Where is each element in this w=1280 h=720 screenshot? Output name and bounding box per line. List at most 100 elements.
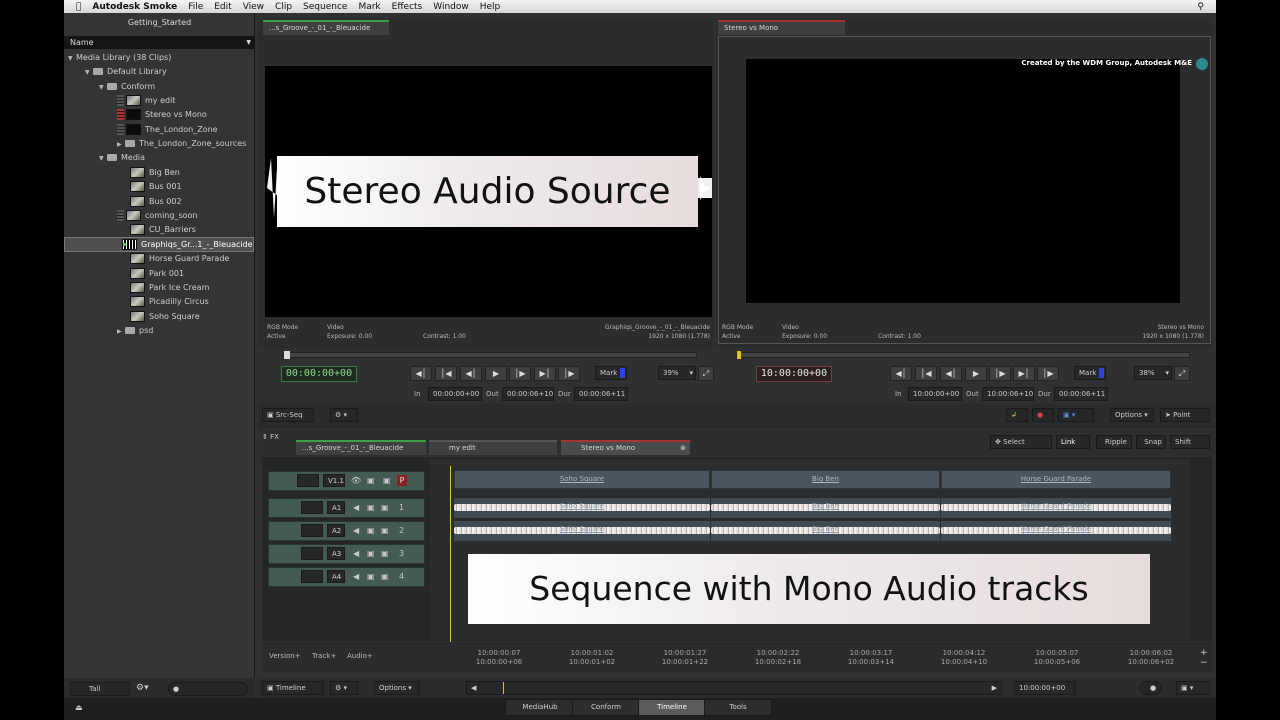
tree-item-park-001[interactable]: Park 001 [130, 267, 184, 280]
zoom-in-icon[interactable]: + [1200, 648, 1208, 658]
library-search-input[interactable]: ● [168, 682, 248, 696]
options-dropdown[interactable]: Options ▾ [1110, 408, 1154, 422]
track-header-a3[interactable]: A3 ◀ ▣ ▣ 3 [268, 544, 425, 564]
sync-icon[interactable]: ▣ [381, 572, 389, 581]
tree-item-graphiqs-selected[interactable]: ▶ Graphiqs_Gr...1_-_Bleuacide [64, 237, 254, 252]
disclosure-right-icon[interactable]: ▶ [117, 325, 125, 338]
tree-item-picadilly[interactable]: Picadilly Circus [130, 295, 209, 308]
track-header-v1[interactable]: V1.1 👁 ▣ ▣ P [268, 471, 425, 491]
record-zoom-select[interactable]: 38% ▾ [1134, 366, 1172, 380]
tree-folder-conform[interactable]: ▼ Conform [99, 80, 155, 93]
next-mark-icon[interactable]: ▶│ [1013, 366, 1035, 381]
select-tool[interactable]: ✥ Select [990, 435, 1052, 449]
record-timecode[interactable]: 10:00:00+00 [756, 366, 832, 382]
view-mode-select[interactable]: Tall [70, 682, 130, 696]
record-in-field[interactable]: 10:00:00+00 [908, 387, 962, 401]
disclosure-right-icon[interactable]: ▶ [117, 138, 125, 151]
timeline-tab-source[interactable]: ...s_Groove_-_01_-_Bleuacide [296, 440, 426, 455]
menu-mark[interactable]: Mark [358, 2, 380, 12]
lock-icon[interactable]: ▣ [367, 549, 375, 558]
menu-file[interactable]: File [188, 2, 203, 12]
play-icon[interactable]: ▶ [485, 366, 507, 381]
chevron-down-icon[interactable]: ▼ [246, 36, 251, 49]
play-icon[interactable]: ▶ [965, 366, 987, 381]
gear-icon[interactable]: ⚙▾ [136, 683, 149, 693]
tree-default-library[interactable]: ▼ Default Library [85, 65, 167, 78]
playhead[interactable] [450, 466, 451, 646]
ripple-toggle[interactable]: Ripple [1096, 435, 1132, 449]
settings-dropdown[interactable]: ⚙ ▾ [330, 408, 358, 422]
menu-window[interactable]: Window [433, 2, 469, 12]
speaker-icon[interactable]: ◀ [353, 526, 359, 535]
tree-folder-media[interactable]: ▼ Media [99, 151, 145, 164]
fx-toggle[interactable]: ⇕ FX [262, 433, 279, 441]
go-start-icon[interactable]: ◀│ [890, 366, 912, 381]
disclosure-icon[interactable]: ▼ [99, 81, 107, 94]
bottom-options-dropdown[interactable]: Options ▾ [374, 681, 420, 695]
go-start-icon[interactable]: ◀│ [410, 366, 432, 381]
timeline-tab-my-edit[interactable]: my edit [429, 440, 557, 455]
spotlight-icon[interactable]: ⚲ [1197, 2, 1204, 12]
app-name[interactable]: Autodesk Smoke [92, 2, 177, 12]
record-out-field[interactable]: 10:00:06+10 [982, 387, 1034, 401]
record-viewer-tab[interactable]: Stereo vs Mono [718, 20, 845, 35]
tree-item-bus-001[interactable]: Bus 001 [130, 180, 182, 193]
menu-edit[interactable]: Edit [214, 2, 231, 12]
zoom-plus-minus[interactable]: + − [1200, 648, 1208, 668]
eye-icon[interactable]: 👁 [351, 476, 361, 485]
settings-dropdown[interactable]: ⚙ ▾ [330, 681, 358, 695]
source-timecode[interactable]: 00:00:00+00 [281, 366, 357, 382]
snap-toggle[interactable]: Snap [1136, 435, 1166, 449]
tab-mediahub[interactable]: MediaHub [505, 699, 575, 716]
track-patch[interactable] [301, 547, 323, 560]
track-name-v1[interactable]: V1.1 [323, 474, 345, 487]
disclosure-icon[interactable]: ▼ [85, 66, 93, 79]
step-back-icon[interactable]: ◀│ [940, 366, 962, 381]
track-patch[interactable] [297, 474, 319, 487]
source-viewer-tab[interactable]: ...s_Groove_-_01_-_Bleuacide [263, 20, 389, 35]
lock-icon[interactable]: ▣ [367, 572, 375, 581]
tree-item-soho-square[interactable]: Soho Square [130, 310, 200, 323]
zoom-out-icon[interactable]: − [1200, 658, 1208, 668]
sync-icon[interactable]: ▣ [383, 476, 391, 485]
track-name-a3[interactable]: A3 [327, 547, 345, 560]
tab-tools[interactable]: Tools [704, 699, 772, 716]
next-mark-icon[interactable]: ▶│ [534, 366, 556, 381]
go-end-icon[interactable]: │▶ [558, 366, 580, 381]
tree-item-coming-soon[interactable]: coming_soon [117, 209, 197, 222]
source-scrub-bar[interactable] [283, 351, 697, 359]
track-header-a1[interactable]: A1 ◀ ▣ ▣ 1 [268, 498, 425, 518]
menu-sequence[interactable]: Sequence [303, 2, 347, 12]
disclosure-icon[interactable]: ▼ [68, 52, 76, 65]
menu-effects[interactable]: Effects [392, 2, 423, 12]
tree-item-big-ben[interactable]: Big Ben [130, 166, 180, 179]
record-viewer-screen[interactable] [746, 59, 1180, 303]
track-header-a4[interactable]: A4 ◀ ▣ ▣ 4 [268, 567, 425, 587]
record-dur-field[interactable]: 00:00:06+11 [1054, 387, 1108, 401]
fit-icon[interactable]: ⤢ [698, 366, 714, 381]
prev-mark-icon[interactable]: │◀ [435, 366, 457, 381]
tree-item-bus-002[interactable]: Bus 002 [130, 195, 182, 208]
tree-item-park-ice-cream[interactable]: Park Ice Cream [130, 281, 209, 294]
track-patch[interactable] [301, 501, 323, 514]
source-zoom-select[interactable]: 39% ▾ [658, 366, 696, 380]
sync-icon[interactable]: ▣ [381, 526, 389, 535]
tree-folder-psd[interactable]: ▶ psd [117, 324, 153, 337]
scrub-handle[interactable] [737, 351, 741, 359]
lock-icon[interactable]: ▣ [367, 503, 375, 512]
track-add-button[interactable]: Track+ [312, 652, 336, 660]
tree-item-horse-guard[interactable]: Horse Guard Parade [130, 252, 229, 265]
speaker-icon[interactable]: ◀ [353, 503, 359, 512]
library-column-header[interactable]: Name ▼ [64, 36, 255, 49]
lock-icon[interactable]: ▣ [367, 526, 375, 535]
menu-help[interactable]: Help [480, 2, 501, 12]
track-name-a1[interactable]: A1 [327, 501, 345, 514]
close-icon[interactable]: ⊗ [680, 442, 686, 454]
shift-toggle[interactable]: Shift [1170, 435, 1210, 449]
version-add-button[interactable]: Version+ [269, 652, 301, 660]
tree-folder-london-sources[interactable]: ▶ The_London_Zone_sources [117, 137, 246, 150]
link-toggle[interactable]: Link [1056, 435, 1090, 449]
record-mark-button[interactable]: Mark [1074, 366, 1106, 380]
source-in-field[interactable]: 00:00:00+00 [428, 387, 482, 401]
source-mark-button[interactable]: Mark [595, 366, 627, 380]
